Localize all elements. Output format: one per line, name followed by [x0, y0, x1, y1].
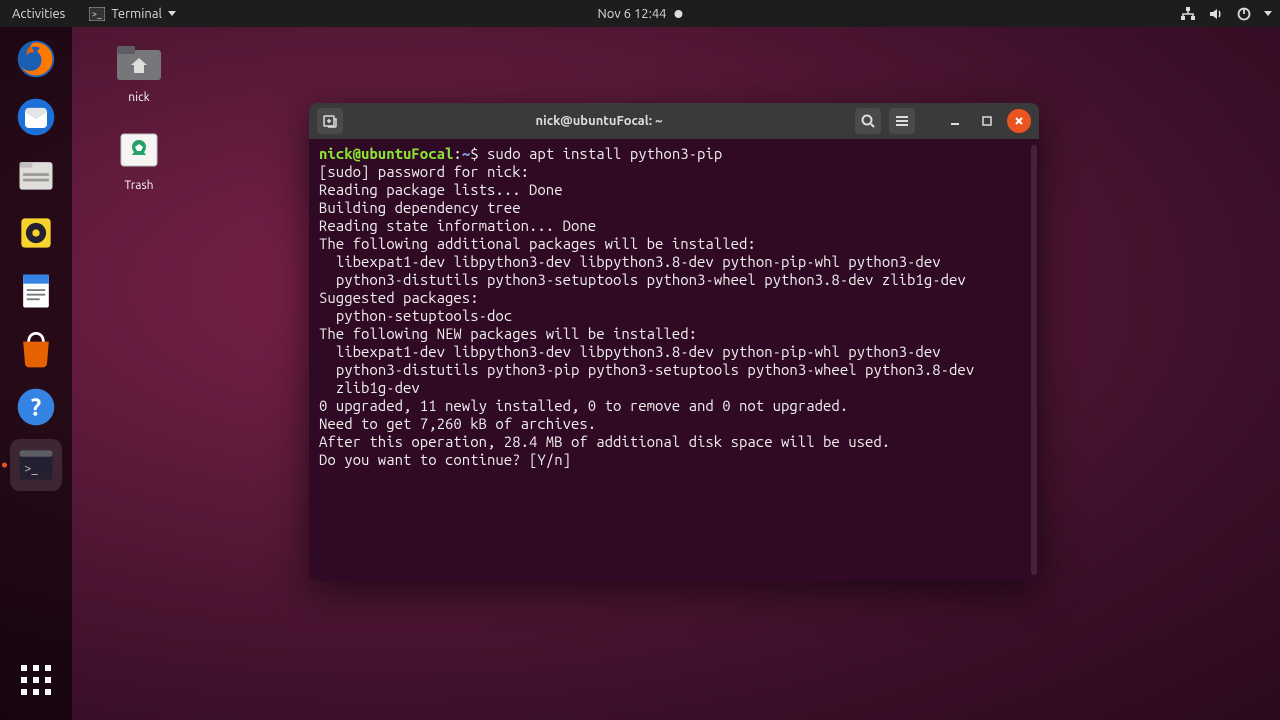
maximize-button[interactable] [975, 109, 999, 133]
help-icon: ? [14, 385, 58, 429]
show-applications[interactable] [10, 654, 62, 706]
prompt-sep1: : [453, 145, 461, 162]
top-bar: Activities >_ Terminal Nov 6 12:44 [0, 0, 1280, 27]
close-icon [1013, 115, 1025, 127]
activities-label: Activities [12, 7, 65, 21]
new-tab-icon [322, 113, 338, 129]
terminal-appmenu-icon: >_ [89, 7, 105, 21]
chevron-down-icon [168, 11, 176, 16]
home-folder-icon [115, 42, 163, 82]
chevron-down-icon [1264, 11, 1272, 16]
dock-files[interactable] [10, 149, 62, 201]
terminal-icon: >_ [14, 443, 58, 487]
close-button[interactable] [1007, 109, 1031, 133]
app-menu[interactable]: >_ Terminal [85, 5, 180, 23]
new-tab-button[interactable] [317, 108, 343, 134]
trash-icon [115, 130, 163, 170]
app-menu-label: Terminal [111, 7, 162, 21]
dock-thunderbird[interactable] [10, 91, 62, 143]
desktop-trash[interactable]: Trash [104, 130, 174, 192]
desktop-home-folder[interactable]: nick [104, 42, 174, 104]
activities-button[interactable]: Activities [8, 5, 69, 23]
terminal-titlebar[interactable]: nick@ubuntuFocal: ~ [309, 103, 1039, 139]
dock-terminal[interactable]: >_ [10, 439, 62, 491]
prompt-path: ~ [462, 145, 470, 162]
dock-help[interactable]: ? [10, 381, 62, 433]
document-icon [14, 269, 58, 313]
volume-icon [1208, 6, 1224, 22]
window-title: nick@ubuntuFocal: ~ [351, 114, 847, 128]
firefox-icon [14, 37, 58, 81]
dock: ? >_ [0, 27, 72, 720]
dock-firefox[interactable] [10, 33, 62, 85]
terminal-body[interactable]: nick@ubuntuFocal:~$ sudo apt install pyt… [309, 139, 1039, 581]
svg-text:?: ? [31, 393, 41, 420]
search-button[interactable] [855, 108, 881, 134]
prompt-user: nick@ubuntuFocal [319, 145, 453, 162]
menu-button[interactable] [889, 108, 915, 134]
notification-dot-icon [675, 10, 683, 18]
files-icon [14, 153, 58, 197]
search-icon [860, 113, 876, 129]
power-icon [1236, 6, 1252, 22]
hamburger-icon [894, 113, 910, 129]
svg-text:>_: >_ [24, 461, 38, 475]
clock[interactable]: Nov 6 12:44 [597, 7, 682, 21]
terminal-window: nick@ubuntuFocal: ~ nick@ubuntuFocal:~$ … [309, 103, 1039, 581]
datetime-label: Nov 6 12:44 [597, 7, 666, 21]
shopping-bag-icon [14, 327, 58, 371]
dock-libreoffice-writer[interactable] [10, 265, 62, 317]
network-icon [1180, 6, 1196, 22]
minimize-button[interactable] [943, 109, 967, 133]
minimize-icon [949, 115, 961, 127]
speaker-icon [14, 211, 58, 255]
dock-rhythmbox[interactable] [10, 207, 62, 259]
dock-software[interactable] [10, 323, 62, 375]
apps-grid-icon [21, 665, 51, 695]
maximize-icon [981, 115, 993, 127]
svg-text:>_: >_ [92, 9, 102, 19]
system-tray[interactable] [1180, 6, 1272, 22]
prompt-sep2: $ [470, 145, 487, 162]
desktop-trash-label: Trash [104, 179, 174, 192]
command-text: sudo apt install python3-pip [487, 145, 722, 162]
desktop-home-label: nick [104, 91, 174, 104]
terminal-output: [sudo] password for nick: Reading packag… [319, 163, 974, 468]
thunderbird-icon [14, 95, 58, 139]
